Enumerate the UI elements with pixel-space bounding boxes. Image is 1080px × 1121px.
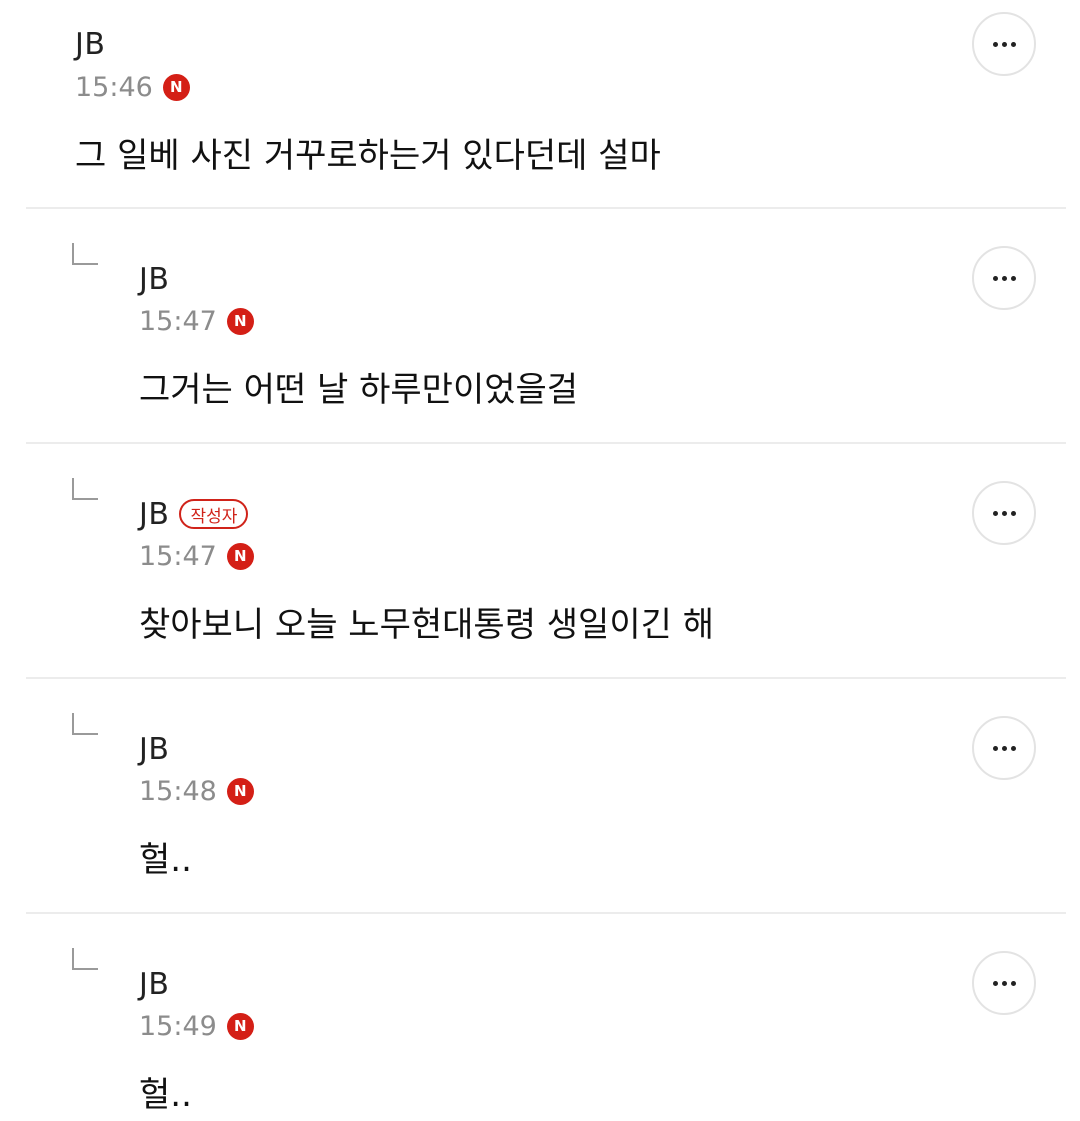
divider (26, 912, 1066, 914)
author-name[interactable]: JB (139, 967, 169, 1002)
time-row: 15:49 N (139, 1008, 254, 1044)
new-badge: N (226, 1012, 254, 1040)
comment-time: 15:46 (75, 71, 153, 103)
comment-time: 15:48 (139, 775, 217, 807)
time-row: 15:48 N (139, 773, 254, 809)
comment-text: 그거는 어떤 날 하루만이었을걸 (139, 370, 579, 410)
divider (26, 442, 1066, 444)
comment-time: 15:47 (139, 540, 217, 572)
comment-time: 15:47 (139, 305, 217, 337)
divider (26, 207, 1066, 209)
time-row: 15:47 N (139, 303, 254, 339)
reply-arrow-icon (72, 478, 98, 500)
reply-arrow-icon (72, 713, 98, 735)
writer-badge: 작성자 (179, 499, 249, 529)
reply-arrow-icon (72, 948, 98, 970)
more-options-icon (992, 275, 1016, 281)
author-row: JB (139, 729, 169, 769)
reply-arrow-icon (72, 243, 98, 265)
more-options-icon (992, 980, 1016, 986)
more-options-button[interactable] (972, 246, 1036, 310)
new-badge: N (226, 307, 254, 335)
comment-text: 찾아보니 오늘 노무현대통령 생일이긴 해 (139, 605, 714, 645)
author-name[interactable]: JB (139, 262, 169, 297)
more-options-icon (992, 41, 1016, 47)
divider (26, 677, 1066, 679)
comment-text: 헐.. (139, 840, 192, 880)
more-options-icon (992, 510, 1016, 516)
more-options-icon (992, 745, 1016, 751)
comment-time: 15:49 (139, 1010, 217, 1042)
new-badge: N (162, 73, 190, 101)
comment-text: 그 일베 사진 거꾸로하는거 있다던데 설마 (75, 136, 661, 176)
time-row: 15:46 N (75, 69, 190, 105)
new-badge: N (226, 777, 254, 805)
author-name[interactable]: JB (75, 27, 105, 62)
author-row: JB (139, 259, 169, 299)
author-row: JB (75, 24, 105, 64)
author-name[interactable]: JB (139, 497, 169, 532)
more-options-button[interactable] (972, 951, 1036, 1015)
new-badge: N (226, 542, 254, 570)
comment-text: 헐.. (139, 1075, 192, 1115)
time-row: 15:47 N (139, 538, 254, 574)
author-row: JB (139, 964, 169, 1004)
more-options-button[interactable] (972, 716, 1036, 780)
author-row: JB 작성자 (139, 494, 249, 534)
author-name[interactable]: JB (139, 732, 169, 767)
more-options-button[interactable] (972, 481, 1036, 545)
more-options-button[interactable] (972, 12, 1036, 76)
